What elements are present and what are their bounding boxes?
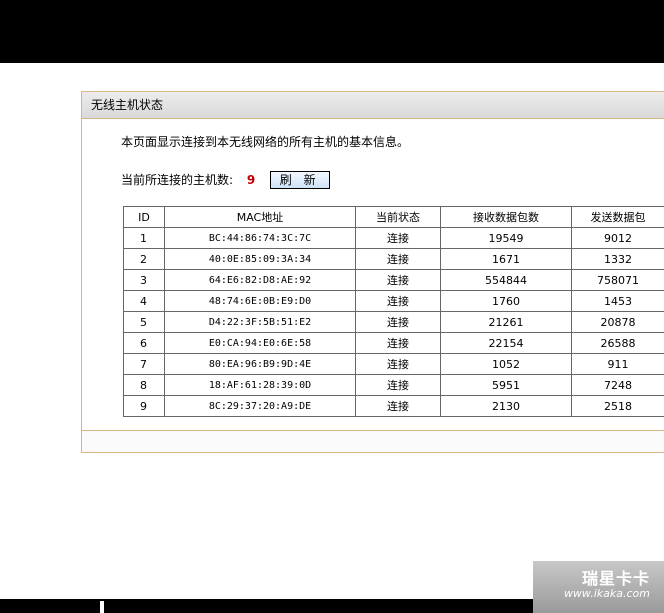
cell-tx-packets: 1332: [571, 248, 664, 270]
cell-status: 连接: [355, 395, 441, 417]
cell-mac: 64:E6:82:D8:AE:92: [164, 269, 356, 291]
table-row: 6 E0:CA:94:E0:6E:58 连接 22154 26588: [123, 332, 664, 354]
cell-tx-packets: 7248: [571, 374, 664, 396]
cell-id: 9: [123, 395, 165, 417]
cell-status: 连接: [355, 332, 441, 354]
cell-id: 5: [123, 311, 165, 333]
cell-rx-packets: 2130: [440, 395, 572, 417]
bottom-black-bar: [0, 599, 533, 613]
watermark-url: www.ikaka.com: [563, 587, 650, 600]
cell-mac: D4:22:3F:5B:51:E2: [164, 311, 356, 333]
table-row: 7 80:EA:96:B9:9D:4E 连接 1052 911: [123, 353, 664, 375]
cell-rx-packets: 1052: [440, 353, 572, 375]
cell-status: 连接: [355, 269, 441, 291]
refresh-button[interactable]: 刷 新: [269, 170, 330, 189]
cell-rx-packets: 19549: [440, 227, 572, 249]
cell-tx-packets: 2518: [571, 395, 664, 417]
cell-status: 连接: [355, 248, 441, 270]
top-black-bar: [0, 0, 664, 63]
cell-status: 连接: [355, 311, 441, 333]
cell-tx-packets: 26588: [571, 332, 664, 354]
cell-mac: 80:EA:96:B9:9D:4E: [164, 353, 356, 375]
table-row: 9 8C:29:37:20:A9:DE 连接 2130 2518: [123, 395, 664, 417]
hosts-table: ID MAC地址 当前状态 接收数据包数 发送数据包 1 BC:44:86:74:…: [123, 206, 664, 417]
wireless-host-status-panel: 无线主机状态 本页面显示连接到本无线网络的所有主机的基本信息。 当前所连接的主机…: [81, 91, 664, 453]
table-row: 3 64:E6:82:D8:AE:92 连接 554844 758071: [123, 269, 664, 291]
bottom-bar-gap: [100, 601, 104, 613]
cell-mac: 8C:29:37:20:A9:DE: [164, 395, 356, 417]
host-count-row: 当前所连接的主机数: 9 刷 新: [121, 170, 330, 189]
cell-mac: E0:CA:94:E0:6E:58: [164, 332, 356, 354]
panel-footer: [82, 430, 664, 452]
cell-rx-packets: 1760: [440, 290, 572, 312]
cell-tx-packets: 20878: [571, 311, 664, 333]
cell-rx-packets: 5951: [440, 374, 572, 396]
cell-status: 连接: [355, 290, 441, 312]
cell-status: 连接: [355, 227, 441, 249]
cell-tx-packets: 758071: [571, 269, 664, 291]
cell-mac: 48:74:6E:0B:E9:D0: [164, 290, 356, 312]
table-row: 5 D4:22:3F:5B:51:E2 连接 21261 20878: [123, 311, 664, 333]
cell-tx-packets: 9012: [571, 227, 664, 249]
col-header-status: 当前状态: [355, 206, 441, 228]
panel-title: 无线主机状态: [82, 92, 664, 119]
cell-status: 连接: [355, 374, 441, 396]
cell-rx-packets: 21261: [440, 311, 572, 333]
cell-id: 3: [123, 269, 165, 291]
cell-id: 4: [123, 290, 165, 312]
cell-tx-packets: 1453: [571, 290, 664, 312]
table-header-row: ID MAC地址 当前状态 接收数据包数 发送数据包: [123, 206, 664, 228]
watermark-logo: 瑞星卡卡 www.ikaka.com: [533, 561, 664, 613]
cell-id: 1: [123, 227, 165, 249]
host-count-label: 当前所连接的主机数:: [121, 172, 234, 187]
table-row: 1 BC:44:86:74:3C:7C 连接 19549 9012: [123, 227, 664, 249]
cell-mac: 18:AF:61:28:39:0D: [164, 374, 356, 396]
cell-rx-packets: 22154: [440, 332, 572, 354]
cell-id: 2: [123, 248, 165, 270]
col-header-mac: MAC地址: [164, 206, 356, 228]
col-header-tx: 发送数据包: [571, 206, 664, 228]
table-row: 8 18:AF:61:28:39:0D 连接 5951 7248: [123, 374, 664, 396]
col-header-rx: 接收数据包数: [440, 206, 572, 228]
cell-mac: 40:0E:85:09:3A:34: [164, 248, 356, 270]
cell-mac: BC:44:86:74:3C:7C: [164, 227, 356, 249]
cell-id: 6: [123, 332, 165, 354]
cell-rx-packets: 1671: [440, 248, 572, 270]
cell-rx-packets: 554844: [440, 269, 572, 291]
table-row: 4 48:74:6E:0B:E9:D0 连接 1760 1453: [123, 290, 664, 312]
panel-description: 本页面显示连接到本无线网络的所有主机的基本信息。: [121, 135, 410, 149]
cell-id: 8: [123, 374, 165, 396]
watermark-brand: 瑞星卡卡: [581, 569, 650, 588]
host-count-value: 9: [246, 172, 256, 187]
col-header-id: ID: [123, 206, 165, 228]
cell-id: 7: [123, 353, 165, 375]
cell-tx-packets: 911: [571, 353, 664, 375]
cell-status: 连接: [355, 353, 441, 375]
table-row: 2 40:0E:85:09:3A:34 连接 1671 1332: [123, 248, 664, 270]
